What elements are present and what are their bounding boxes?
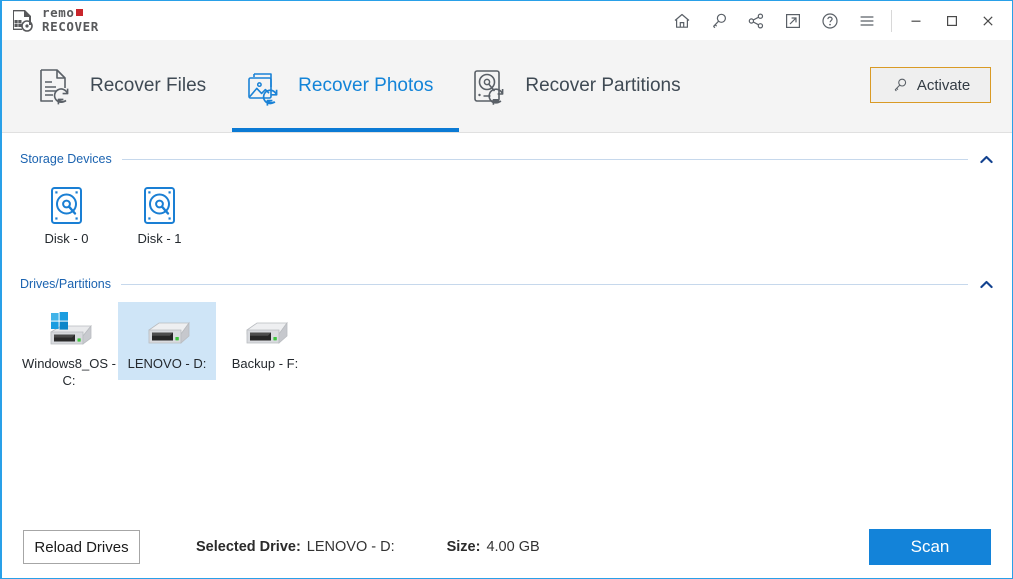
- drive-tile-lenovo[interactable]: LENOVO - D:: [118, 302, 216, 379]
- selected-drive-status: Selected Drive: LENOVO - D:: [196, 539, 395, 555]
- storage-devices-title: Storage Devices: [20, 152, 112, 166]
- close-button[interactable]: [970, 1, 1006, 40]
- photo-refresh-icon: [240, 64, 284, 108]
- titlebar-divider: [891, 10, 892, 32]
- maximize-button[interactable]: [934, 1, 970, 40]
- share-icon[interactable]: [737, 1, 774, 40]
- drive-size-status: Size: 4.00 GB: [447, 539, 540, 555]
- windows-drive-icon: [39, 308, 99, 352]
- storage-device-tile[interactable]: Disk - 0: [20, 177, 113, 254]
- chevron-up-icon[interactable]: [978, 151, 994, 167]
- key-icon[interactable]: [700, 1, 737, 40]
- logo-wordmark: remo RECOVER: [42, 7, 99, 34]
- document-refresh-icon: [32, 64, 76, 108]
- tab-label: Recover Files: [90, 75, 206, 97]
- minimize-button[interactable]: [898, 1, 934, 40]
- tab-recover-files[interactable]: Recover Files: [24, 40, 232, 132]
- tile-label: Disk - 1: [137, 231, 181, 247]
- logo-text-recover: RECOVER: [42, 21, 99, 34]
- key-icon: [891, 76, 909, 94]
- section-divider: [122, 159, 968, 160]
- tile-label: Windows8_OS - C:: [22, 356, 116, 389]
- disk-refresh-icon: [467, 64, 511, 108]
- hard-disk-icon: [46, 183, 87, 227]
- tile-label: LENOVO - D:: [128, 356, 207, 372]
- home-icon[interactable]: [663, 1, 700, 40]
- drive-tile-backup[interactable]: Backup - F:: [216, 302, 314, 379]
- main-tab-bar: Recover Files Recover Photos: [2, 40, 1012, 133]
- external-link-icon[interactable]: [774, 1, 811, 40]
- tile-label: Disk - 0: [44, 231, 88, 247]
- tab-label: Recover Partitions: [525, 75, 680, 97]
- app-window: remo RECOVER: [0, 0, 1013, 579]
- drive-tile-windows8-os[interactable]: Windows8_OS - C:: [20, 302, 118, 396]
- menu-icon[interactable]: [848, 1, 885, 40]
- selected-drive-label: Selected Drive:: [196, 539, 301, 555]
- drive-icon: [137, 308, 197, 352]
- drives-partitions-header: Drives/Partitions: [20, 254, 994, 292]
- storage-device-tile[interactable]: Disk - 1: [113, 177, 206, 254]
- remo-document-icon: [10, 8, 36, 34]
- logo-red-dot: [76, 9, 83, 16]
- tile-label: Backup - F:: [232, 356, 298, 372]
- storage-devices-header: Storage Devices: [20, 133, 994, 167]
- section-divider: [121, 284, 968, 285]
- reload-drives-button[interactable]: Reload Drives: [23, 530, 140, 564]
- app-logo: remo RECOVER: [10, 7, 99, 34]
- tab-label: Recover Photos: [298, 75, 433, 97]
- size-label: Size:: [447, 539, 481, 555]
- drives-partitions-list: Windows8_OS - C: LENOVO - D:: [20, 292, 994, 396]
- scan-button[interactable]: Scan: [869, 529, 991, 565]
- chevron-up-icon[interactable]: [978, 276, 994, 292]
- footer-bar: Reload Drives Selected Drive: LENOVO - D…: [2, 516, 1012, 578]
- drive-icon: [235, 308, 295, 352]
- hard-disk-icon: [139, 183, 180, 227]
- help-icon[interactable]: [811, 1, 848, 40]
- size-value: 4.00 GB: [486, 539, 539, 555]
- titlebar-actions: [663, 1, 1012, 40]
- title-bar: remo RECOVER: [2, 1, 1012, 40]
- tab-recover-photos[interactable]: Recover Photos: [232, 40, 459, 132]
- logo-text-remo: remo: [42, 5, 75, 20]
- storage-devices-list: Disk - 0 Disk - 1: [20, 167, 994, 254]
- selected-drive-value: LENOVO - D:: [307, 539, 395, 555]
- device-selection-panel: Storage Devices: [2, 133, 1012, 516]
- tab-recover-partitions[interactable]: Recover Partitions: [459, 40, 706, 132]
- activate-label: Activate: [917, 77, 970, 94]
- activate-button[interactable]: Activate: [870, 67, 991, 103]
- drives-partitions-title: Drives/Partitions: [20, 277, 111, 291]
